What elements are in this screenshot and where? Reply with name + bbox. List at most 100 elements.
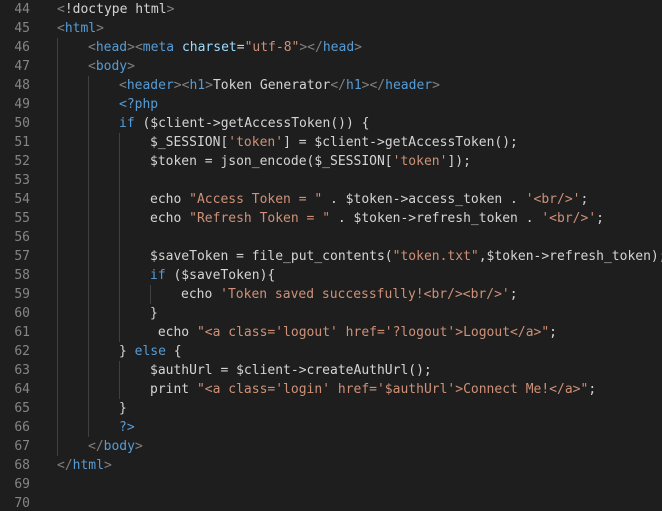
code-line[interactable]: 59 echo 'Token saved successfully!<br/><b…: [0, 285, 662, 304]
code-token: =: [236, 40, 245, 55]
code-line[interactable]: 56: [0, 228, 662, 247]
indent-guide: [88, 247, 89, 266]
code-token: ;: [549, 325, 557, 340]
line-number: 64: [14, 382, 30, 397]
indent-guide: [119, 247, 120, 266]
indent-guide: [57, 190, 58, 209]
indent-guide: [57, 171, 58, 190]
code-text: $token = json_encode($_SESSION['token'])…: [150, 152, 471, 171]
code-line[interactable]: 53: [0, 171, 662, 190]
code-token: >: [354, 40, 362, 55]
code-line[interactable]: 51 $_SESSION['token'] = $client->getAcces…: [0, 133, 662, 152]
code-text: print "<a class='login' href='$authUrl'>…: [150, 380, 596, 399]
code-token: <: [119, 78, 127, 93]
line-number: 54: [14, 192, 30, 207]
indent-guide: [57, 342, 58, 361]
indent-guide: [88, 190, 89, 209]
code-token: header: [126, 78, 174, 93]
code-token: </: [57, 458, 73, 473]
code-token: 'token': [392, 154, 448, 169]
indent-guide: [57, 57, 58, 76]
line-number: 59: [14, 287, 30, 302]
line-number: 65: [14, 401, 30, 416]
code-line[interactable]: 46 <head><meta charset="utf-8"></head>: [0, 38, 662, 57]
code-line[interactable]: 55 echo "Refresh Token = " . $token->refr…: [0, 209, 662, 228]
code-token: ;: [580, 192, 589, 207]
indent-guide: [119, 266, 120, 285]
code-line[interactable]: 61 echo "<a class='logout' href='?logout…: [0, 323, 662, 342]
code-token: ] = $client->getAccessToken();: [283, 135, 518, 150]
code-token: ><: [173, 78, 190, 93]
code-token: print: [150, 382, 197, 397]
code-line[interactable]: 66 ?>: [0, 418, 662, 437]
line-number: 62: [14, 344, 30, 359]
code-token: h1: [346, 78, 362, 93]
code-text: <body>: [88, 57, 135, 76]
code-line[interactable]: 48 <header><h1>Token Generator</h1></head…: [0, 76, 662, 95]
code-line[interactable]: 49 <?php: [0, 95, 662, 114]
indent-guide: [119, 304, 120, 323]
line-number: 50: [14, 116, 30, 131]
code-token: head: [95, 40, 128, 55]
code-token: '<br/>': [541, 211, 597, 226]
code-text: echo 'Token saved successfully!<br/><br/…: [181, 285, 518, 304]
code-token: '<br/>': [525, 192, 581, 207]
code-line[interactable]: 70: [0, 494, 662, 511]
code-token: body: [95, 59, 128, 74]
code-token: >: [205, 78, 213, 93]
indent-guide: [57, 266, 58, 285]
code-token: "Refresh Token = ": [189, 211, 331, 226]
code-line[interactable]: 50 if ($client->getAccessToken()) {: [0, 114, 662, 133]
indent-guide: [88, 304, 89, 323]
code-line[interactable]: 57 $saveToken = file_put_contents("token.…: [0, 247, 662, 266]
indent-guide: [88, 171, 89, 190]
code-token: echo: [181, 287, 221, 302]
indent-guide: [119, 209, 120, 228]
indent-guide: [88, 228, 89, 247]
code-text: echo "Access Token = " . $token->access_…: [150, 190, 588, 209]
indent-guide: [88, 152, 89, 171]
indent-guide: [119, 285, 120, 304]
indent-guide: [119, 190, 120, 209]
indent-guide: [57, 152, 58, 171]
indent-guide: [88, 399, 89, 418]
code-line[interactable]: 63 $authUrl = $client->createAuthUrl();: [0, 361, 662, 380]
code-token: ($saveToken){: [165, 268, 276, 283]
code-token: . $token->access_token .: [322, 192, 526, 207]
code-line[interactable]: 58 if ($saveToken){: [0, 266, 662, 285]
code-line[interactable]: 65}: [0, 399, 662, 418]
code-token: ?>: [119, 420, 135, 435]
code-line[interactable]: 68 </html>: [0, 456, 662, 475]
code-text: <?php: [119, 95, 158, 114]
code-line[interactable]: 60}: [0, 304, 662, 323]
code-line[interactable]: 67 </body>: [0, 437, 662, 456]
indent-guide: [57, 361, 58, 380]
code-editor[interactable]: 44 <!doctype html> 45 <html> 46 <head><meta c…: [0, 0, 662, 511]
code-token: <: [88, 59, 96, 74]
indent-guide: [119, 323, 120, 342]
line-number: 70: [14, 496, 30, 511]
indent-guide: [57, 380, 58, 399]
code-line[interactable]: 54 echo "Access Token = " . $token->acces…: [0, 190, 662, 209]
indent-guide: [57, 228, 58, 247]
code-line[interactable]: 52 $token = json_encode($_SESSION['token'…: [0, 152, 662, 171]
code-line[interactable]: 45 <html>: [0, 19, 662, 38]
code-line[interactable]: 47 <body>: [0, 57, 662, 76]
line-number: 58: [14, 268, 30, 283]
code-line[interactable]: 62} else {: [0, 342, 662, 361]
code-token: "utf-8": [244, 40, 300, 55]
code-token: $token = json_encode($_SESSION[: [150, 154, 393, 169]
code-text: </body>: [88, 437, 143, 456]
code-token: charset: [181, 40, 237, 55]
code-token: </: [88, 439, 104, 454]
code-line[interactable]: 64 print "<a class='login' href='$authUrl…: [0, 380, 662, 399]
code-token: "Access Token = ": [189, 192, 323, 207]
code-token: html: [72, 458, 104, 473]
code-line[interactable]: 69: [0, 475, 662, 494]
code-line[interactable]: 44 <!doctype html>: [0, 0, 662, 19]
line-number: 67: [14, 439, 30, 454]
code-token: 'Token saved successfully!<br/><br/>': [220, 287, 510, 302]
indent-guide: [119, 361, 120, 380]
code-token: header: [385, 78, 433, 93]
line-number: 56: [14, 230, 30, 245]
